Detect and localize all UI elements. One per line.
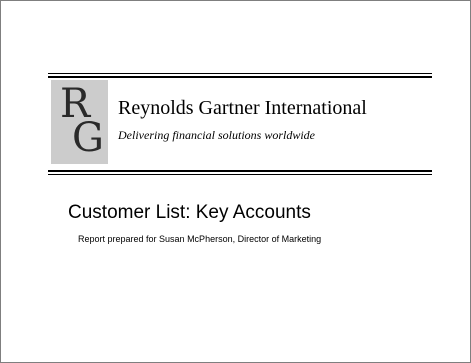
logo-letter-g: G bbox=[72, 115, 104, 161]
report-slide: R G Reynolds Gartner International Deliv… bbox=[0, 0, 471, 363]
header-top-rule-thin bbox=[48, 73, 432, 74]
header-top-rule-thick bbox=[48, 76, 432, 78]
header-bottom-rule-thick bbox=[48, 170, 432, 172]
header-bottom-rule-thin bbox=[48, 174, 432, 175]
company-tagline: Delivering financial solutions worldwide bbox=[118, 128, 315, 142]
report-subtitle: Report prepared for Susan McPherson, Dir… bbox=[78, 234, 322, 244]
report-title: Customer List: Key Accounts bbox=[68, 202, 311, 223]
company-logo: R G bbox=[51, 80, 108, 164]
company-name: Reynolds Gartner International bbox=[118, 97, 367, 119]
